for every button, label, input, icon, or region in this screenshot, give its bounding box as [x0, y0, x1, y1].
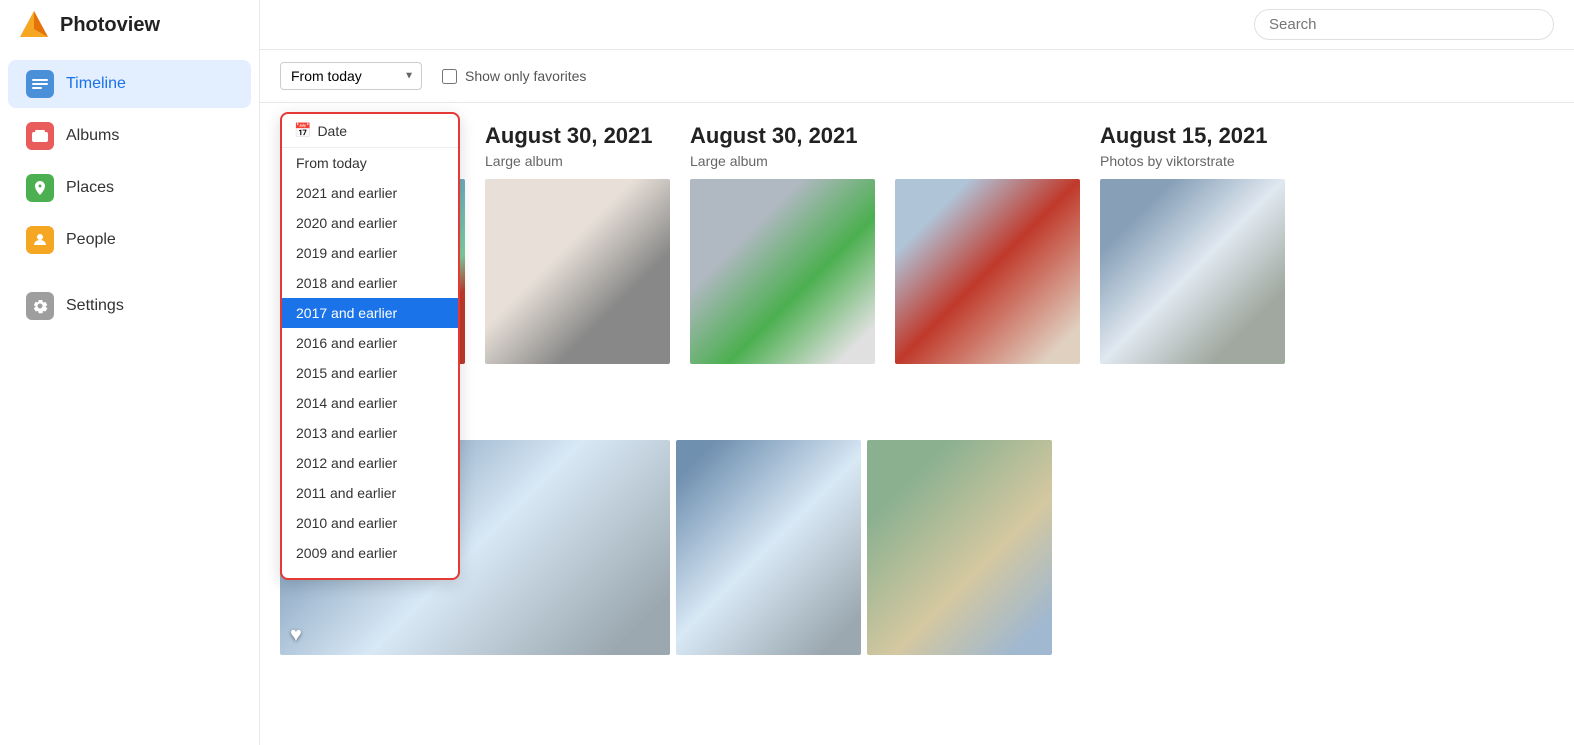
date-filter: 📅 Date From today2021 and earlier2020 an…	[280, 62, 422, 90]
dropdown-option[interactable]: From today	[282, 148, 458, 178]
sidebar-item-settings[interactable]: Settings	[8, 282, 251, 330]
photo-thumbnail[interactable]	[690, 179, 875, 364]
dropdown-header: 📅 Date	[282, 114, 458, 148]
show-favorites: Show only favorites	[442, 68, 586, 84]
places-label: Places	[66, 179, 114, 197]
dropdown-option[interactable]: 2013 and earlier	[282, 418, 458, 448]
logo: Photoview	[0, 0, 259, 50]
people-label: People	[66, 231, 116, 249]
album-item: August 30, 2021 Large album	[485, 123, 670, 364]
dropdown-option[interactable]: 2008 and earlier	[282, 568, 458, 578]
photo-thumbnail[interactable]	[485, 179, 670, 364]
dropdown-title: Date	[317, 123, 347, 139]
dropdown-option[interactable]: 2018 and earlier	[282, 268, 458, 298]
logo-icon	[18, 9, 50, 41]
photo-thumbnail[interactable]	[867, 440, 1052, 655]
top-albums-row: August 30, 2021 Large album August 30, 2…	[280, 123, 1554, 364]
dropdown-option[interactable]: 2017 and earlier	[282, 298, 458, 328]
calendar-icon: 📅	[294, 122, 311, 139]
main-content: 📅 Date From today2021 and earlier2020 an…	[260, 0, 1574, 745]
timeline-label: Timeline	[66, 75, 126, 93]
photo-thumbnail[interactable]	[1100, 179, 1285, 364]
dropdown-option[interactable]: 2011 and earlier	[282, 478, 458, 508]
album-date	[895, 123, 1080, 149]
dropdown-option[interactable]: 2010 and earlier	[282, 508, 458, 538]
settings-icon	[26, 292, 54, 320]
album-item	[895, 123, 1080, 364]
albums-label: Albums	[66, 127, 119, 145]
sidebar-item-albums[interactable]: Albums	[8, 112, 251, 160]
app-name: Photoview	[60, 14, 160, 37]
album-section: August 11, 2021 Photos by viktorstrate ♥	[280, 384, 1554, 655]
sidebar-navigation: Timeline Albums Places	[0, 50, 259, 340]
sidebar-item-places[interactable]: Places	[8, 164, 251, 212]
dropdown-option[interactable]: 2014 and earlier	[282, 388, 458, 418]
album-item: August 30, 2021 Large album	[690, 123, 875, 364]
album-item: August 15, 2021 Photos by viktorstrate	[1100, 123, 1285, 364]
dropdown-option[interactable]: 2021 and earlier	[282, 178, 458, 208]
dropdown-option[interactable]: 2009 and earlier	[282, 538, 458, 568]
albums-icon	[26, 122, 54, 150]
album-date: August 15, 2021	[1100, 123, 1285, 149]
album-subtitle	[895, 153, 1080, 169]
photo-thumbnail[interactable]	[895, 179, 1080, 364]
favorite-heart-icon: ♥	[290, 624, 302, 647]
date-select-wrapper: From today2021 and earlier2020 and earli…	[280, 62, 422, 90]
search-input[interactable]	[1254, 9, 1554, 40]
dropdown-option[interactable]: 2015 and earlier	[282, 358, 458, 388]
sidebar-item-timeline[interactable]: Timeline	[8, 60, 251, 108]
sidebar-item-people[interactable]: People	[8, 216, 251, 264]
settings-label: Settings	[66, 297, 124, 315]
people-icon	[26, 226, 54, 254]
photo-thumbnail[interactable]	[676, 440, 861, 655]
dropdown-option[interactable]: 2016 and earlier	[282, 328, 458, 358]
places-icon	[26, 174, 54, 202]
dropdown-option[interactable]: 2020 and earlier	[282, 208, 458, 238]
album-date: August 30, 2021	[485, 123, 670, 149]
album-subtitle: Photos by viktorstrate	[280, 414, 1554, 430]
timeline-icon	[26, 70, 54, 98]
date-select[interactable]: From today2021 and earlier2020 and earli…	[280, 62, 422, 90]
dropdown-option[interactable]: 2012 and earlier	[282, 448, 458, 478]
header	[260, 0, 1574, 50]
favorites-checkbox[interactable]	[442, 69, 457, 84]
favorites-label: Show only favorites	[465, 68, 586, 84]
album-subtitle: Large album	[485, 153, 670, 169]
dropdown-body[interactable]: From today2021 and earlier2020 and earli…	[282, 148, 458, 578]
album-subtitle: Large album	[690, 153, 875, 169]
album-subtitle: Photos by viktorstrate	[1100, 153, 1285, 169]
sidebar: Photoview Timeline Albums	[0, 0, 260, 745]
album-date: August 11, 2021	[280, 384, 1554, 410]
dropdown-option[interactable]: 2019 and earlier	[282, 238, 458, 268]
date-dropdown: 📅 Date From today2021 and earlier2020 an…	[280, 112, 460, 580]
album-date: August 30, 2021	[690, 123, 875, 149]
filter-bar: 📅 Date From today2021 and earlier2020 an…	[260, 50, 1574, 103]
